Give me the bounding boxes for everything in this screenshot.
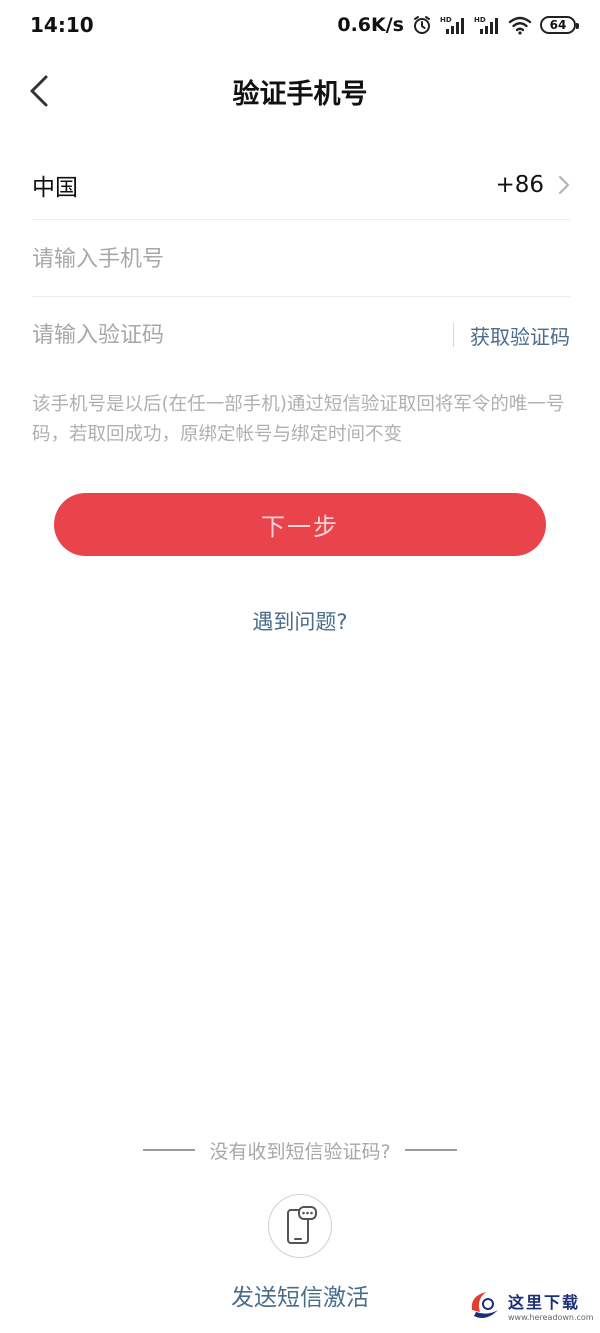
code-input[interactable] <box>32 322 392 348</box>
divider-line <box>143 1149 196 1151</box>
divider-line <box>404 1149 457 1151</box>
page: 14:10 0.6K/s HD HD 64 验证手机号 中国 +86 请输入手机… <box>0 0 600 1333</box>
next-button[interactable]: 下一步 <box>54 493 546 556</box>
hint-text: 该手机号是以后(在任一部手机)通过短信验证取回将军令的唯一号码，若取回成功，原绑… <box>32 394 565 445</box>
watermark-text: 这里下载 www.hereadown.com <box>508 1289 594 1322</box>
vertical-divider <box>453 323 454 347</box>
phone-row <box>32 226 570 292</box>
watermark-name: 这里下载 <box>508 1292 581 1312</box>
chevron-right-icon <box>558 175 570 195</box>
hd-signal-icon: HD <box>440 15 466 35</box>
hd-signal-icon: HD <box>474 15 500 35</box>
get-code-button[interactable]: 获取验证码 <box>470 321 570 350</box>
country-code-group: +86 <box>495 172 570 198</box>
net-speed: 0.6K/s <box>337 14 404 36</box>
country-name: 中国 <box>32 175 78 201</box>
sms-activate-button[interactable] <box>268 1194 332 1258</box>
svg-text:HD: HD <box>474 16 486 24</box>
svg-text:HD: HD <box>440 16 452 24</box>
status-bar: 14:10 0.6K/s HD HD 64 <box>0 0 600 50</box>
watermark-logo-icon <box>471 1292 498 1318</box>
alarm-icon <box>412 15 432 35</box>
status-icons: 0.6K/s HD HD 64 <box>337 14 579 36</box>
phone-sms-icon <box>287 1206 317 1244</box>
help-link[interactable]: 遇到问题? <box>0 606 600 636</box>
wifi-icon <box>508 15 532 35</box>
sms-section: 没有收到短信验证码? 发送短信激活 <box>0 1130 600 1311</box>
country-selector[interactable]: 中国 +86 <box>32 150 570 220</box>
divider <box>32 219 570 220</box>
phone-input[interactable] <box>32 246 412 272</box>
nav-bar: 验证手机号 <box>0 60 600 122</box>
code-actions: 获取验证码 <box>453 321 570 350</box>
code-row: 获取验证码 <box>32 302 570 368</box>
watermark: 这里下载 www.hereadown.com <box>466 1280 596 1330</box>
country-code: +86 <box>495 172 544 198</box>
divider <box>32 296 570 297</box>
page-title: 验证手机号 <box>232 79 368 110</box>
sms-divider-row: 没有收到短信验证码? <box>0 1130 600 1170</box>
status-time: 14:10 <box>30 13 94 37</box>
sms-question: 没有收到短信验证码? <box>209 1140 391 1163</box>
watermark-url: www.hereadown.com <box>508 1312 594 1322</box>
battery-icon: 64 <box>540 16 579 34</box>
